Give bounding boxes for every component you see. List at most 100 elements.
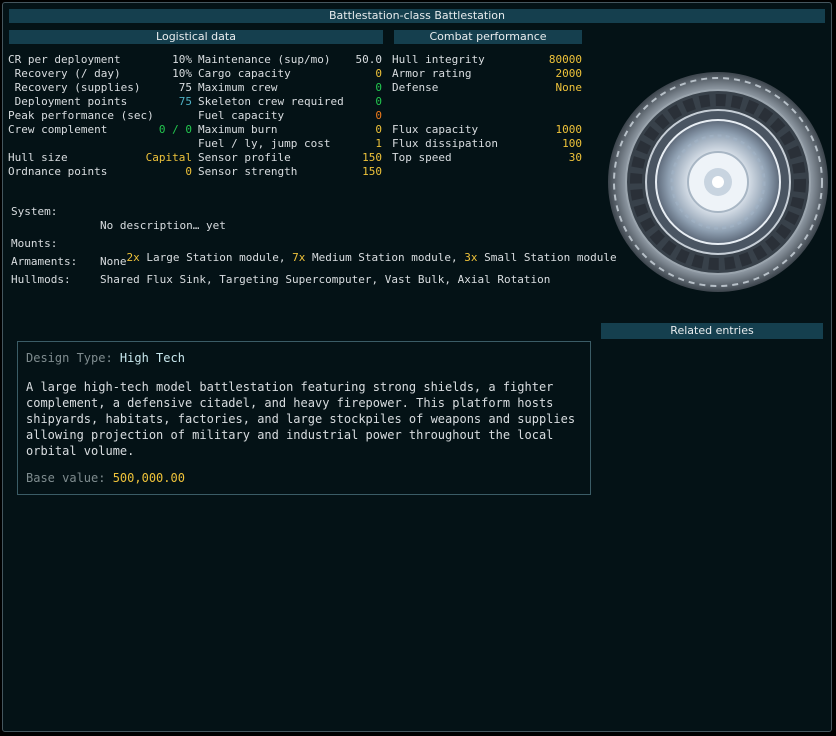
base-value-amount: 500,000.00 [112,471,185,485]
stat-row: Flux capacity 1000 [392,123,582,137]
stat-label: Hull size [8,151,68,164]
stat-row: Sensor profile 150 [198,151,382,165]
logistics-header: Logistical data [9,30,383,44]
system-label: System: [11,205,58,218]
stat-label: Cargo capacity [198,67,291,80]
stat-label: Flux dissipation [392,137,498,150]
description-panel: Design Type: High Tech A large high-tech… [17,341,591,495]
base-value: Base value: 500,000.00 [26,471,185,485]
hullmods-value: Shared Flux Sink, Targeting Supercompute… [100,273,551,286]
system-value: No description… yet [100,219,226,232]
stat-row: Hull integrity 80000 [392,53,582,67]
description-line: orbital volume. [26,444,135,458]
stat-row: CR per deployment 10% [8,53,192,67]
stat-label: Maintenance (sup/mo) [198,53,331,66]
stat-label: Defense [392,81,439,94]
stat-label: Ordnance points [8,165,108,178]
mount-name: Small Station module [477,251,617,264]
stat-label: Peak performance (sec) [8,109,154,122]
related-entries-header: Related entries [601,323,823,339]
stat-label: CR per deployment [8,53,121,66]
design-type: Design Type: High Tech [26,351,185,365]
mounts-value: 2x Large Station module, 7x Medium Stati… [100,237,617,264]
stat-row: Hull size Capital [8,151,192,165]
stat-value: 50.0 [355,53,383,66]
stat-row: Flux dissipation 100 [392,137,582,151]
stat-label: Recovery (supplies) [8,81,141,94]
stat-label: Crew complement [8,123,108,136]
stat-row: Cargo capacity 0 [198,67,382,81]
stat-value: 2000 [555,67,583,80]
stat-row: Armor rating 2000 [392,67,582,81]
stat-row: Maximum burn 0 [198,123,382,137]
stat-label: Top speed [392,151,452,164]
armaments-value: None [100,255,127,268]
stat-value: 0 [375,109,382,122]
stat-value: 75 [178,95,192,108]
stat-row: Sensor strength 150 [198,165,382,179]
stat-row: Maximum crew 0 [198,81,382,95]
stat-row: Fuel capacity 0 [198,109,382,123]
stat-value: 75 [178,81,192,94]
stat-value: 30 [568,151,582,164]
stat-label: Deployment points [8,95,128,108]
stat-value: 0 [375,123,382,136]
stat-value: 10% [172,67,192,80]
stat-value: 10% [172,53,192,66]
stat-row [392,95,582,109]
stat-row [8,137,192,151]
design-type-value: High Tech [119,351,185,365]
stat-row: Top speed 30 [392,151,582,165]
design-type-label: Design Type: [26,351,120,365]
stat-value: 150 [362,165,382,178]
mount-count: 7x [292,251,306,264]
stat-row: Maintenance (sup/mo) 50.0 [198,53,382,67]
stat-value: 1000 [555,123,583,136]
mount-name: Large Station module, [139,251,293,264]
stat-value: 150 [362,151,382,164]
stat-value: Capital [145,151,192,164]
stat-label: Maximum burn [198,123,278,136]
description-line: A large high-tech model battlestation fe… [26,380,554,394]
stat-value: 0 [375,81,382,94]
mount-count: 3x [464,251,478,264]
stat-value: None [555,81,583,94]
stat-value: 100 [562,137,582,150]
stat-row: Defense None [392,81,582,95]
stat-label: Sensor strength [198,165,298,178]
mount-name: Medium Station module, [305,251,465,264]
stat-value: 0 [375,67,382,80]
mounts-label: Mounts: [11,237,58,250]
stat-label: Skeleton crew required [198,95,344,108]
stat-value: 0 [375,95,382,108]
stat-row: Peak performance (sec) [8,109,192,123]
stat-row: Fuel / ly, jump cost 1 [198,137,382,151]
stat-label: Fuel / ly, jump cost [198,137,331,150]
stat-label: Fuel capacity [198,109,285,122]
stat-label: Hull integrity [392,53,485,66]
mount-count: 2x [126,251,140,264]
stat-label: Sensor profile [198,151,291,164]
stat-row: Ordnance points 0 [8,165,192,179]
stat-label: Maximum crew [198,81,278,94]
hullmods-label: Hullmods: [11,273,71,286]
description-line: allowing projection of military and indu… [26,428,554,442]
description-line: shipyards, habitats, factories, and larg… [26,412,576,426]
stat-row [392,109,582,123]
stat-value: 0 / 0 [158,123,192,136]
codex-panel: Battlestation-class Battlestation Logist… [2,2,832,732]
stat-label: Recovery (/ day) [8,67,121,80]
base-value-label: Base value: [26,471,113,485]
stat-label: Flux capacity [392,123,479,136]
stat-label: Armor rating [392,67,472,80]
stat-value: 80000 [548,53,582,66]
stat-value: 0 [185,165,192,178]
stat-row: Skeleton crew required 0 [198,95,382,109]
armaments-label: Armaments: [11,255,78,268]
description-line: complement, a defensive citadel, and hea… [26,396,554,410]
ship-title-bar: Battlestation-class Battlestation [9,9,825,23]
stat-row: Recovery (/ day) 10% [8,67,192,81]
combat-header: Combat performance [394,30,582,44]
stat-row: Deployment points 75 [8,95,192,109]
description-text: A large high-tech model battlestation fe… [26,379,575,459]
